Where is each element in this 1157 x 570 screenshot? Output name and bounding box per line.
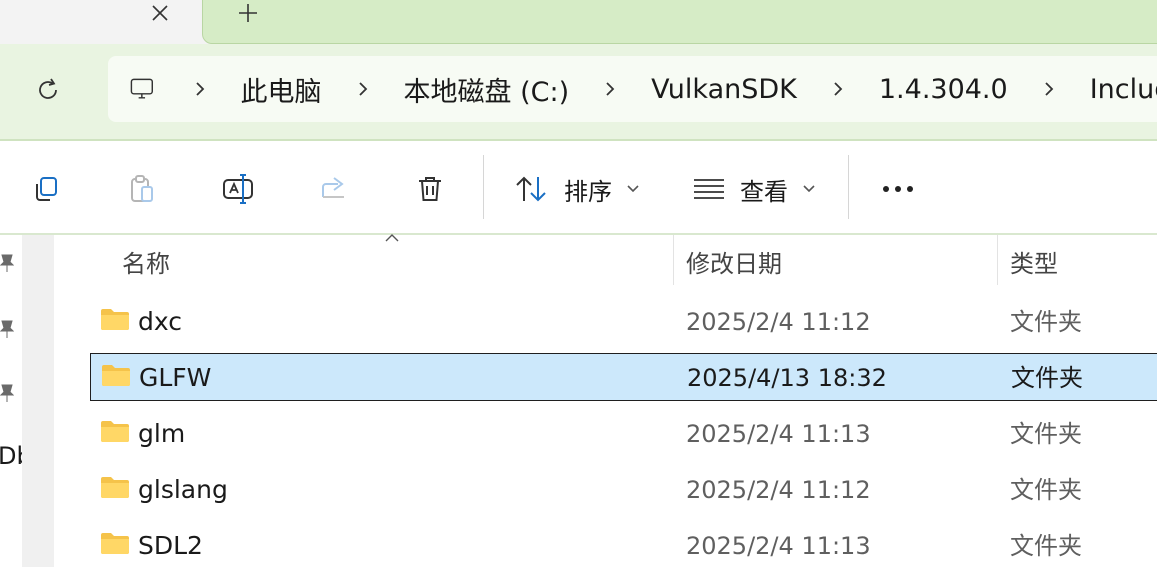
share-icon (322, 177, 344, 198)
file-type: 文件夹 (1010, 532, 1082, 560)
refresh-button[interactable] (20, 70, 76, 110)
more-options-button[interactable] (876, 165, 920, 213)
file-row[interactable]: dxc 2025/2/4 11:12 文件夹 (90, 298, 1157, 346)
plus-icon (239, 4, 257, 22)
folder-icon (101, 477, 129, 498)
navigation-pane (0, 235, 22, 567)
file-date: 2025/2/4 11:13 (686, 420, 871, 448)
chevron-right-icon[interactable] (356, 79, 370, 99)
more-icon (883, 186, 913, 192)
column-header-type[interactable]: 类型 (1010, 235, 1058, 287)
file-name: glslang (138, 475, 228, 504)
file-type: 文件夹 (1010, 420, 1082, 448)
file-list: 名称 修改日期 类型 dxc 2025/2/4 11:12 文件夹 GLFW 2… (54, 234, 1157, 570)
view-label: 查看 (740, 177, 788, 206)
file-name: glm (138, 419, 186, 448)
column-header-date[interactable]: 修改日期 (686, 235, 782, 287)
column-divider[interactable] (673, 235, 674, 285)
file-type: 文件夹 (1011, 364, 1083, 392)
sort-label: 排序 (564, 177, 612, 206)
view-button[interactable]: 查看 (692, 165, 816, 213)
tab-strip (0, 0, 1157, 44)
share-button[interactable] (310, 165, 358, 213)
breadcrumb[interactable]: 此电脑 本地磁盘 (C:) VulkanSDK 1.4.304.0 Includ… (108, 56, 1157, 122)
breadcrumb-version[interactable]: 1.4.304.0 (879, 74, 1008, 105)
active-tab[interactable] (202, 0, 1157, 44)
trash-icon (419, 177, 441, 201)
list-view-icon (694, 179, 724, 199)
chevron-right-icon[interactable] (1042, 79, 1056, 99)
file-row-selected[interactable]: GLFW 2025/4/13 18:32 文件夹 (90, 353, 1157, 401)
file-name: dxc (138, 307, 182, 336)
chevron-right-icon[interactable] (193, 79, 207, 99)
file-date: 2025/4/13 18:32 (687, 364, 887, 392)
file-date: 2025/2/4 11:12 (686, 476, 871, 504)
monitor-icon[interactable] (129, 73, 155, 105)
sort-button[interactable]: 排序 (514, 165, 640, 213)
clipboard-icon (131, 175, 153, 202)
folder-icon (101, 421, 129, 442)
copy-button[interactable] (22, 165, 70, 213)
breadcrumb-this-pc[interactable]: 此电脑 (241, 70, 322, 109)
folder-icon (102, 365, 130, 386)
toolbar-divider (483, 155, 484, 219)
pin-icon[interactable] (0, 319, 14, 339)
rename-icon (223, 174, 253, 204)
chevron-right-icon[interactable] (603, 79, 617, 99)
navigation-scrollbar[interactable] (22, 235, 54, 567)
breadcrumb-vulkansdk[interactable]: VulkanSDK (651, 74, 797, 105)
delete-button[interactable] (406, 165, 454, 213)
chevron-down-icon (627, 185, 639, 193)
folder-icon (101, 533, 129, 554)
breadcrumb-include[interactable]: Include (1090, 74, 1157, 105)
column-divider[interactable] (997, 235, 998, 285)
file-name: GLFW (139, 363, 212, 392)
command-bar: 排序 查看 (0, 141, 1157, 235)
new-tab-button[interactable] (228, 0, 268, 26)
file-row[interactable]: SDL2 2025/2/4 11:13 文件夹 (90, 522, 1157, 570)
breadcrumb-local-disk[interactable]: 本地磁盘 (C:) (404, 70, 570, 109)
address-row: 此电脑 本地磁盘 (C:) VulkanSDK 1.4.304.0 Includ… (0, 44, 1157, 141)
pin-icon[interactable] (0, 383, 14, 403)
close-icon (152, 5, 168, 21)
paste-button[interactable] (118, 165, 166, 213)
refresh-icon (39, 78, 57, 99)
toolbar-divider (848, 155, 849, 219)
close-tab-button[interactable] (140, 0, 180, 26)
file-row[interactable]: glm 2025/2/4 11:13 文件夹 (90, 410, 1157, 458)
file-type: 文件夹 (1010, 308, 1082, 336)
file-type: 文件夹 (1010, 476, 1082, 504)
file-row[interactable]: glslang 2025/2/4 11:12 文件夹 (90, 466, 1157, 514)
folder-icon (101, 309, 129, 330)
rename-button[interactable] (214, 165, 262, 213)
sort-ascending-icon (385, 234, 399, 242)
chevron-down-icon (803, 185, 815, 193)
chevron-right-icon[interactable] (831, 79, 845, 99)
file-date: 2025/2/4 11:13 (686, 532, 871, 560)
sort-icon (516, 176, 546, 202)
copy-icon (36, 177, 57, 201)
file-date: 2025/2/4 11:12 (686, 308, 871, 336)
file-name: SDL2 (138, 531, 203, 560)
column-header-name[interactable]: 名称 (122, 235, 170, 287)
pin-icon[interactable] (0, 253, 14, 273)
